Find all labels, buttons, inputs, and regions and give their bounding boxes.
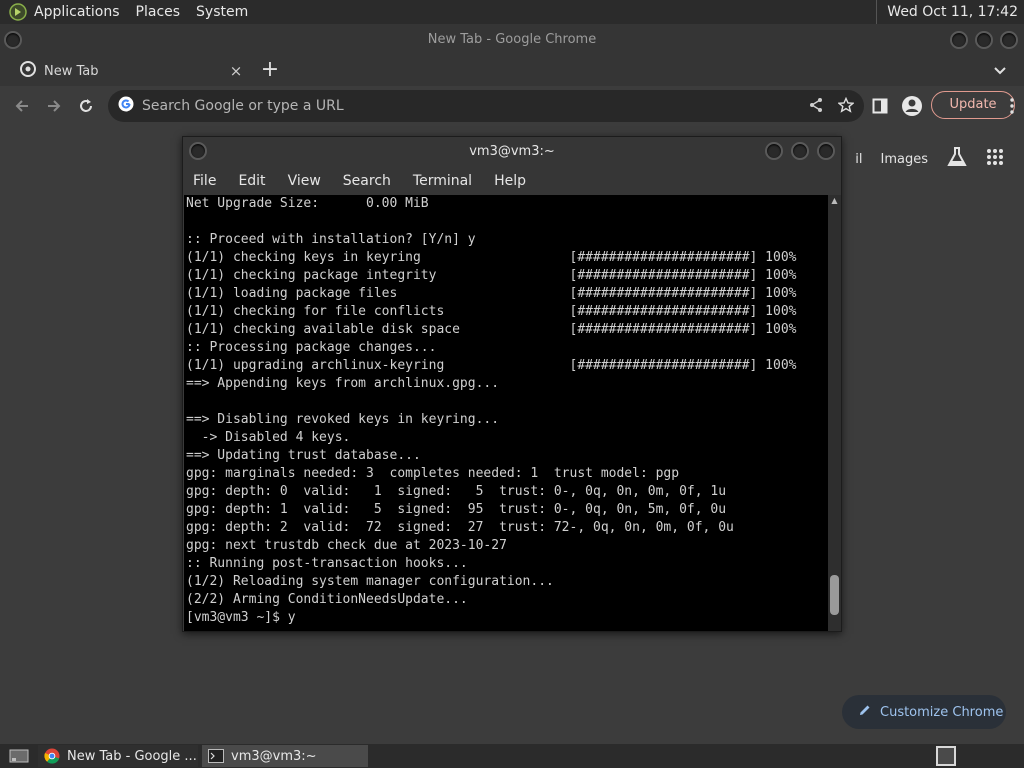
terminal-line: (1/1) upgrading archlinux-keyring [#####… <box>186 358 797 373</box>
tab-close-icon[interactable]: × <box>226 62 246 80</box>
terminal-menu-terminal[interactable]: Terminal <box>413 173 472 189</box>
terminal-line: gpg: depth: 2 valid: 72 signed: 27 trust… <box>186 520 734 535</box>
terminal-close-button[interactable] <box>817 142 835 160</box>
side-panel-icon[interactable] <box>868 94 892 118</box>
terminal-window-menu-button[interactable] <box>189 142 207 160</box>
terminal-line: gpg: marginals needed: 3 completes neede… <box>186 466 680 481</box>
terminal-prompt-line: [vm3@vm3 ~]$ y <box>186 610 296 625</box>
terminal-scrollbar[interactable]: ▲ <box>828 195 841 631</box>
terminal-line: (1/1) checking keys in keyring [########… <box>186 250 797 265</box>
terminal-line: :: Proceed with installation? [Y/n] y <box>186 232 476 247</box>
chrome-titlebar[interactable]: New Tab - Google Chrome <box>0 24 1024 56</box>
terminal-window: vm3@vm3:~ File Edit View Search Terminal… <box>182 136 842 632</box>
terminal-minimize-button[interactable] <box>765 142 783 160</box>
terminal-line: (1/1) loading package files [###########… <box>186 286 797 301</box>
customize-label: Customize Chrome <box>880 704 1004 720</box>
taskbar-terminal-label: vm3@vm3:~ <box>231 748 317 764</box>
terminal-line: ==> Appending keys from archlinux.gpg... <box>186 376 500 391</box>
terminal-line: (2/2) Arming ConditionNeedsUpdate... <box>186 592 468 607</box>
menu-applications[interactable]: Applications <box>34 4 120 20</box>
forward-icon[interactable] <box>42 94 66 118</box>
tab-search-chevron-icon[interactable] <box>992 62 1010 80</box>
terminal-line: gpg: depth: 0 valid: 1 signed: 5 trust: … <box>186 484 727 499</box>
bottom-taskbar: New Tab - Google ... vm3@vm3:~ <box>0 744 1024 768</box>
terminal-line: Net Upgrade Size: 0.00 MiB <box>186 196 429 211</box>
tab-new-tab[interactable]: New Tab × <box>10 56 246 86</box>
new-tab-button[interactable]: + <box>258 59 282 83</box>
terminal-line: ==> Disabling revoked keys in keyring... <box>186 412 500 427</box>
close-button[interactable] <box>1000 31 1018 49</box>
scrollbar-thumb[interactable] <box>830 575 839 615</box>
ntp-top-links: il Images <box>855 146 1004 172</box>
terminal-line: ==> Updating trust database... <box>186 448 421 463</box>
terminal-title: vm3@vm3:~ <box>469 144 555 159</box>
window-menu-button[interactable] <box>4 31 22 49</box>
menu-places[interactable]: Places <box>136 4 181 20</box>
tabstrip: New Tab × + <box>0 56 1024 86</box>
maximize-button[interactable] <box>975 31 993 49</box>
menu-system[interactable]: System <box>196 4 248 20</box>
chrome-icon <box>20 61 36 81</box>
tab-title: New Tab <box>44 63 99 79</box>
profile-avatar-icon[interactable] <box>900 94 924 118</box>
terminal-titlebar[interactable]: vm3@vm3:~ <box>183 137 841 167</box>
terminal-menu-search[interactable]: Search <box>343 173 391 189</box>
chrome-taskbar-icon <box>44 748 60 764</box>
minimize-button[interactable] <box>950 31 968 49</box>
terminal-line: (1/1) checking available disk space [###… <box>186 322 797 337</box>
terminal-line: gpg: depth: 1 valid: 5 signed: 95 trust:… <box>186 502 727 517</box>
terminal-line: (1/1) checking for file conflicts [#####… <box>186 304 797 319</box>
taskbar-terminal[interactable]: vm3@vm3:~ <box>202 745 368 767</box>
images-link[interactable]: Images <box>881 152 929 167</box>
bookmark-star-icon[interactable] <box>837 96 855 117</box>
show-desktop-icon[interactable] <box>6 745 32 767</box>
terminal-menubar: File Edit View Search Terminal Help <box>183 167 841 195</box>
more-menu-icon[interactable] <box>1000 94 1024 118</box>
omnibox[interactable] <box>108 90 864 122</box>
terminal-taskbar-icon <box>208 748 224 764</box>
taskbar-chrome[interactable]: New Tab - Google ... <box>38 745 198 767</box>
terminal-line: -> Disabled 4 keys. <box>186 430 351 445</box>
google-g-icon <box>118 96 134 116</box>
terminal-menu-help[interactable]: Help <box>494 173 526 189</box>
terminal-line: (1/2) Reloading system manager configura… <box>186 574 554 589</box>
workspace-switcher[interactable] <box>936 746 956 766</box>
terminal-line: :: Running post-transaction hooks... <box>186 556 468 571</box>
customize-chrome-button[interactable]: Customize Chrome <box>842 695 1006 729</box>
pencil-icon <box>858 703 872 721</box>
terminal-line: gpg: next trustdb check due at 2023-10-2… <box>186 538 507 553</box>
labs-flask-icon[interactable] <box>946 146 968 172</box>
terminal-line: (1/1) checking package integrity [######… <box>186 268 797 283</box>
terminal-menu-view[interactable]: View <box>288 173 321 189</box>
gnome-foot-icon[interactable] <box>8 2 28 22</box>
reload-icon[interactable] <box>74 94 98 118</box>
terminal-output[interactable]: Net Upgrade Size: 0.00 MiB :: Proceed wi… <box>184 195 828 631</box>
scroll-up-arrow-icon[interactable]: ▲ <box>828 195 841 207</box>
terminal-maximize-button[interactable] <box>791 142 809 160</box>
omnibox-input[interactable] <box>142 98 782 114</box>
top-panel: Applications Places System Wed Oct 11, 1… <box>0 0 1024 24</box>
terminal-line: :: Processing package changes... <box>186 340 437 355</box>
apps-grid-icon[interactable] <box>986 148 1004 170</box>
back-icon[interactable] <box>10 94 34 118</box>
terminal-menu-edit[interactable]: Edit <box>238 173 265 189</box>
toolbar: Update <box>0 86 1024 126</box>
chrome-window-title: New Tab - Google Chrome <box>427 32 597 47</box>
terminal-menu-file[interactable]: File <box>193 173 216 189</box>
share-icon[interactable] <box>808 97 824 117</box>
clock[interactable]: Wed Oct 11, 17:42 <box>876 0 1024 24</box>
taskbar-chrome-label: New Tab - Google ... <box>67 748 197 764</box>
gmail-link[interactable]: il <box>855 152 862 167</box>
